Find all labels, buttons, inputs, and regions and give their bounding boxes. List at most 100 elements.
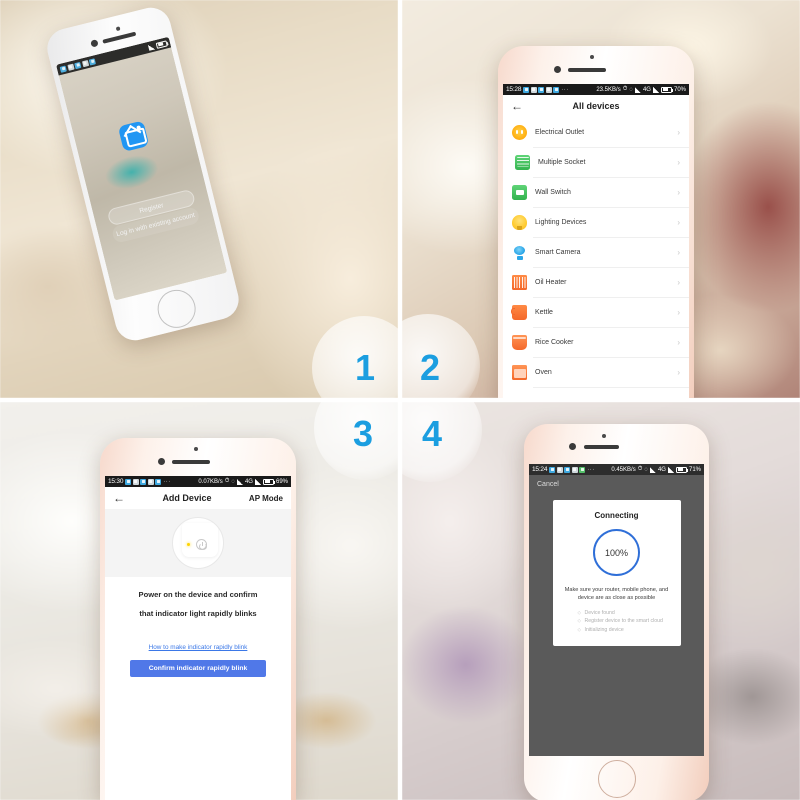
alarm-icon: ⏱ — [224, 478, 230, 484]
panel-step-4: 15:24 ··· 0.45KB/s ⏱ ◌ 4G 71% Cancel Con… — [402, 402, 800, 800]
status-bar-3: 15:30 ··· 0.07KB/s ⏱ ◌ 4G 69% — [105, 476, 291, 487]
list-item[interactable]: Rice Cooker › — [503, 327, 689, 357]
status-network: 4G — [642, 86, 651, 93]
status-app-icons — [125, 478, 162, 485]
ap-mode-button[interactable]: AP Mode — [249, 494, 283, 503]
phone-screen-3: 15:30 ··· 0.07KB/s ⏱ ◌ 4G 69% ← Add Devi… — [105, 476, 291, 800]
how-to-blink-link[interactable]: How to make indicator rapidly blink — [105, 644, 291, 651]
chevron-right-icon: › — [677, 307, 680, 317]
instruction-line-1: Power on the device and confirm — [138, 590, 258, 599]
status-right-3: 0.07KB/s ⏱ ◌ 4G 69% — [198, 478, 288, 485]
signal-icon-2 — [254, 478, 261, 485]
step-item: Initializing device — [578, 626, 673, 635]
home-button-4[interactable] — [598, 760, 636, 798]
signal-icon — [236, 478, 243, 485]
connection-steps: Device found Register device to the smar… — [561, 609, 673, 635]
chevron-right-icon: › — [677, 247, 680, 257]
device-label: Multiple Socket — [538, 158, 586, 166]
status-right-4: 0.45KB/s ⏱ ◌ 4G 71% — [611, 466, 701, 473]
panel-step-3: 15:30 ··· 0.07KB/s ⏱ ◌ 4G 69% ← Add Devi… — [0, 402, 398, 800]
connecting-dialog: Connecting 100% Make sure your router, m… — [552, 500, 681, 647]
step-item: Device found — [578, 609, 673, 618]
page-title: All devices — [572, 101, 620, 111]
status-more-icon: ··· — [561, 86, 569, 93]
cancel-button[interactable]: Cancel — [529, 475, 704, 488]
status-bar-2: 15:28 ··· 23.5KB/s ⏱ ◌ 4G 70% — [503, 84, 689, 95]
shield-icon: ◌ — [644, 466, 648, 473]
list-item[interactable]: Wall Switch › — [503, 177, 689, 207]
front-camera-icon — [554, 66, 561, 73]
status-more-icon: ··· — [163, 478, 171, 485]
tutorial-grid: Register Log in with existing account 1 … — [0, 0, 800, 800]
list-item[interactable]: Multiple Socket › — [503, 147, 689, 177]
status-battery: 71% — [688, 466, 701, 473]
list-item[interactable]: Electrical Outlet › — [503, 117, 689, 147]
back-arrow-icon[interactable]: ← — [511, 100, 523, 112]
status-net-speed: 23.5KB/s — [596, 86, 621, 93]
alarm-icon: ⏱ — [622, 86, 628, 92]
status-bar-4: 15:24 ··· 0.45KB/s ⏱ ◌ 4G 71% — [529, 464, 704, 475]
device-illustration-area — [105, 509, 291, 577]
panel-step-2: 15:28 ··· 23.5KB/s ⏱ ◌ 4G 70% ← All devi… — [402, 0, 800, 398]
panel-step-1: Register Log in with existing account 1 — [0, 0, 398, 398]
nav-bar-2: ← All devices — [503, 95, 689, 117]
signal-icon — [147, 43, 156, 51]
device-label: Electrical Outlet — [535, 128, 585, 136]
status-time: 15:30 — [108, 478, 124, 485]
status-right-1 — [147, 39, 168, 51]
signal-icon — [649, 466, 656, 473]
status-more-icon: ··· — [587, 466, 595, 473]
confirm-indicator-button[interactable]: Confirm indicator rapidly blink — [130, 659, 266, 677]
earpiece-speaker — [102, 31, 137, 44]
status-right-2: 23.5KB/s ⏱ ◌ 4G 70% — [596, 86, 686, 93]
logo-signal-dot-icon — [136, 125, 142, 130]
chevron-right-icon: › — [677, 217, 680, 227]
alarm-icon: ⏱ — [637, 466, 643, 472]
list-item[interactable]: Smart Camera › — [503, 237, 689, 267]
smart-camera-icon — [512, 245, 527, 260]
power-icon — [196, 539, 208, 551]
phone-screen-4: 15:24 ··· 0.45KB/s ⏱ ◌ 4G 71% Cancel Con… — [529, 464, 704, 756]
progress-ring: 100% — [593, 529, 640, 576]
back-arrow-icon[interactable]: ← — [113, 492, 125, 504]
sensor-icon — [194, 447, 198, 451]
battery-icon — [155, 39, 168, 49]
phone-bezel-top-2 — [498, 46, 694, 86]
nav-bar-3: ← Add Device AP Mode — [105, 487, 291, 509]
step-number-2: 2 — [420, 347, 440, 388]
device-label: Rice Cooker — [535, 338, 574, 346]
phone-bezel-top-4 — [524, 424, 709, 464]
front-camera-icon — [158, 458, 165, 465]
dialog-title: Connecting — [594, 511, 639, 520]
earpiece-speaker — [568, 68, 606, 72]
status-time: 15:28 — [506, 86, 522, 93]
list-item[interactable]: Oil Heater › — [503, 267, 689, 297]
list-item[interactable]: Lighting Devices › — [503, 207, 689, 237]
list-item[interactable]: Oven › — [503, 357, 689, 387]
chevron-right-icon: › — [677, 157, 680, 167]
status-battery: 69% — [275, 478, 288, 485]
phone-device-3: 15:30 ··· 0.07KB/s ⏱ ◌ 4G 69% ← Add Devi… — [100, 438, 296, 800]
shield-icon: ◌ — [231, 478, 235, 485]
light-bulb-icon — [512, 214, 527, 230]
page-title: Add Device — [162, 493, 212, 503]
multiple-socket-icon — [515, 154, 530, 170]
signal-icon-2 — [667, 466, 674, 473]
front-camera-icon — [569, 443, 576, 450]
dialog-hint: Make sure your router, mobile phone, and… — [564, 587, 669, 601]
signal-icon — [634, 86, 641, 93]
battery-icon — [675, 466, 688, 473]
step-number-3: 3 — [352, 413, 373, 454]
home-button-1[interactable] — [153, 285, 200, 332]
device-label: Oil Heater — [535, 278, 567, 286]
kettle-icon — [511, 304, 527, 320]
status-time: 15:24 — [532, 466, 548, 473]
list-item[interactable]: Kettle › — [503, 297, 689, 327]
step-number-1: 1 — [354, 347, 375, 388]
progress-percent: 100% — [604, 547, 629, 558]
sensor-icon — [115, 26, 121, 32]
status-net-speed: 0.45KB/s — [611, 466, 636, 473]
instruction-text: Power on the device and confirm that ind… — [105, 577, 291, 618]
status-net-speed: 0.07KB/s — [198, 478, 223, 485]
step-item: Register device to the smart cloud — [578, 617, 673, 626]
